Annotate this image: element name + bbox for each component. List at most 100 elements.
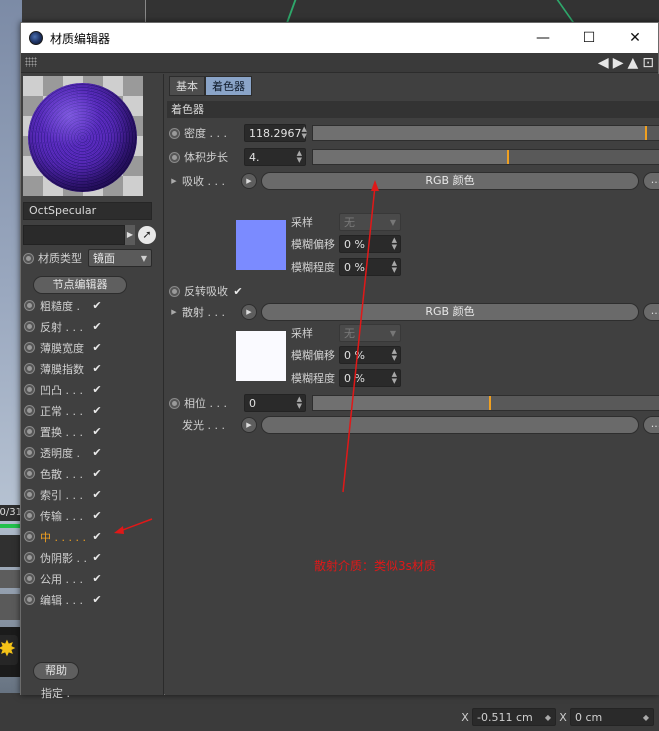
radio-icon[interactable] [24,384,35,395]
channel-item[interactable]: 色散 . . . ✔ [24,463,159,484]
channel-checkbox[interactable]: ✔ [90,488,104,502]
channel-checkbox[interactable]: ✔ [90,404,104,418]
channel-item[interactable]: 公用 . . . ✔ [24,568,159,589]
back-arrow-icon[interactable]: ◀ [598,54,609,72]
channel-item[interactable]: 粗糙度 . ✔ [24,295,159,316]
channel-checkbox[interactable]: ✔ [90,320,104,334]
coord-x-field[interactable]: -0.511 cm ◆ [472,708,556,726]
channel-item[interactable]: 透明度 . ✔ [24,442,159,463]
absorption-more-button[interactable]: ... [643,172,659,190]
channel-checkbox[interactable]: ✔ [90,572,104,586]
blur-amount-field[interactable]: 0 % ▲ ▼ [339,369,401,387]
texture-menu-button[interactable]: ▶ [241,304,257,320]
stepper-icon[interactable]: ▲ ▼ [302,126,307,140]
channel-checkbox[interactable]: ✔ [90,299,104,313]
channel-item[interactable]: 凹凸 . . . ✔ [24,379,159,400]
search-arrow-button[interactable]: ▶ [125,225,135,245]
radio-icon[interactable] [24,321,35,332]
blur-amount-field[interactable]: 0 % ▲ ▼ [339,258,401,276]
tab-basic[interactable]: 基本 [169,76,205,96]
expand-triangle-icon[interactable]: ▶ [169,177,179,185]
title-bar[interactable]: 材质编辑器 — ☐ ✕ [21,23,658,53]
radio-icon[interactable] [24,447,35,458]
scattering-color-swatch[interactable] [236,331,286,381]
invert-absorption-checkbox[interactable]: ✔ [231,284,245,298]
forward-arrow-icon[interactable]: ▶ [613,54,624,72]
material-name-field[interactable]: OctSpecular [23,202,152,220]
slider-knob[interactable] [489,396,491,410]
close-button[interactable]: ✕ [612,23,658,53]
channel-checkbox[interactable]: ✔ [90,530,104,544]
radio-icon[interactable] [24,468,35,479]
radio-icon[interactable] [23,252,34,264]
texture-menu-button[interactable]: ▶ [241,417,257,433]
expand-triangle-icon[interactable]: ▶ [169,308,179,316]
absorption-color-swatch[interactable] [236,220,286,270]
channel-item[interactable]: 编辑 . . . ✔ [24,589,159,610]
scattering-texture-button[interactable]: RGB 颜色 [261,303,639,321]
density-slider[interactable] [312,125,659,141]
radio-icon[interactable] [24,552,35,563]
blur-offset-field[interactable]: 0 % ▲ ▼ [339,235,401,253]
help-button[interactable]: 帮助 [33,662,79,680]
channel-checkbox[interactable]: ✔ [90,383,104,397]
stepper-icon[interactable]: ▲ ▼ [297,396,302,410]
channel-checkbox[interactable]: ✔ [90,341,104,355]
lock-icon[interactable]: ⊡ [642,54,654,72]
radio-icon[interactable] [24,300,35,311]
radio-icon[interactable] [24,531,35,542]
channel-item[interactable]: 置换 . . . ✔ [24,421,159,442]
maximize-button[interactable]: ☐ [566,23,612,53]
stepper-icon[interactable]: ▲ ▼ [392,260,397,274]
channel-checkbox[interactable]: ✔ [90,551,104,565]
slider-knob[interactable] [507,150,509,164]
radio-icon[interactable] [169,285,180,297]
radio-icon[interactable] [24,594,35,605]
pick-cursor-icon[interactable]: ➚ [138,226,156,244]
sampling-select[interactable]: 无 ▼ [339,324,401,342]
channel-checkbox[interactable]: ✔ [90,509,104,523]
radio-icon[interactable] [169,151,180,163]
blur-offset-field[interactable]: 0 % ▲ ▼ [339,346,401,364]
radio-icon[interactable] [24,489,35,500]
radio-icon[interactable] [24,426,35,437]
radio-icon[interactable] [169,127,180,139]
scattering-more-button[interactable]: ... [643,303,659,321]
radio-icon[interactable] [24,405,35,416]
emission-more-button[interactable]: ... [643,416,659,434]
channel-item[interactable]: 中 . . . . . ✔ [24,526,159,547]
radio-icon[interactable] [24,573,35,584]
step-length-slider[interactable] [312,149,659,165]
step-length-field[interactable]: 4. ▲ ▼ [244,148,306,166]
absorption-texture-button[interactable]: RGB 颜色 [261,172,639,190]
channel-checkbox[interactable]: ✔ [90,467,104,481]
phase-field[interactable]: 0 ▲ ▼ [244,394,306,412]
channel-item[interactable]: 伪阴影 . . ✔ [24,547,159,568]
grip-icon[interactable] [25,57,37,67]
channel-checkbox[interactable]: ✔ [90,425,104,439]
material-search-input[interactable] [23,225,125,245]
emission-texture-button[interactable] [261,416,639,434]
radio-icon[interactable] [24,342,35,353]
node-editor-button[interactable]: 节点编辑器 [33,276,127,294]
channel-item[interactable]: 反射 . . . ✔ [24,316,159,337]
channel-checkbox[interactable]: ✔ [90,593,104,607]
channel-checkbox[interactable]: ✔ [90,362,104,376]
sampling-select[interactable]: 无 ▼ [339,213,401,231]
texture-menu-button[interactable]: ▶ [241,173,257,189]
stepper-icon[interactable]: ▲ ▼ [297,150,302,164]
minimize-button[interactable]: — [520,23,566,53]
channel-item[interactable]: 薄膜宽度 ✔ [24,337,159,358]
slider-knob[interactable] [645,126,647,140]
channel-item[interactable]: 传输 . . . ✔ [24,505,159,526]
channel-item[interactable]: 薄膜指数 ✔ [24,358,159,379]
channel-item[interactable]: 正常 . . . ✔ [24,400,159,421]
material-preview[interactable] [23,76,143,196]
material-type-select[interactable]: 镜面 ▼ [88,249,152,267]
phase-slider[interactable] [312,395,659,411]
density-field[interactable]: 118.2967 ▲ ▼ [244,124,307,142]
radio-icon[interactable] [169,397,180,409]
channel-item[interactable]: 索引 . . . ✔ [24,484,159,505]
tab-shader[interactable]: 着色器 [205,76,252,96]
stepper-icon[interactable]: ▲ ▼ [392,348,397,362]
